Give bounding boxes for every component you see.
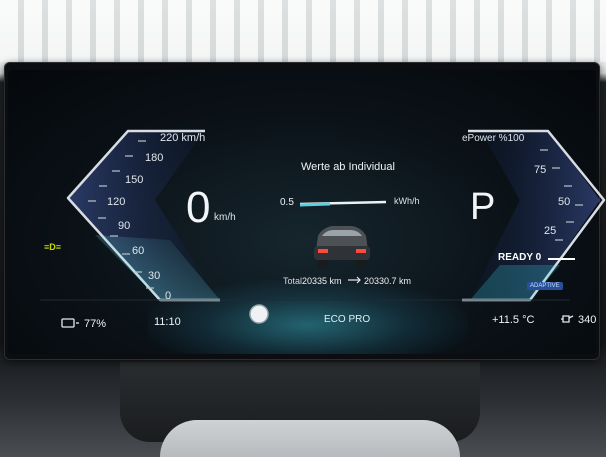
consumption-bar-accent [299,202,331,207]
speedometer-glow [95,235,220,300]
total-distance: 20335 km [302,276,342,286]
clock: 11:10 [154,316,181,328]
speed-tick-60: 60 [132,245,145,257]
range-value: 340 [578,314,597,326]
trip-distance: 20330.7 km [364,276,412,286]
epower-header: ePower %100 [462,133,525,144]
ready-label: READY 0 [498,252,542,263]
values-title: Werte ab Individual [301,161,395,173]
speed-tick-120: 120 [107,196,126,208]
car-dashboard-photo: 220 km/h 180 150 120 90 60 30 0 0 km/h e… [0,0,606,457]
adaptive-badge: ADAPTIVE [527,282,563,290]
center-button[interactable] [249,304,269,324]
car-silhouette-icon [314,226,370,268]
power-tick-25: 25 [544,225,557,237]
power-tick-75: 75 [534,164,547,176]
speed-tick-180: 180 [145,152,164,164]
power-tick-50: 50 [558,196,571,208]
speed-unit: km/h [214,212,236,223]
speed-tick-90: 90 [118,220,131,232]
consumption-unit: kWh/h [394,196,420,206]
speed-value: 0 [186,183,211,232]
gauge-graphics [40,129,606,328]
battery-percent: 77% [84,318,107,330]
speed-tick-220: 220 km/h [160,132,206,144]
gear-indicator: P [470,186,496,228]
battery-icon [61,318,79,328]
speed-tick-30: 30 [148,270,161,282]
speed-tick-0: 0 [165,290,172,302]
plug-icon [561,315,574,323]
speed-tick-150: 150 [125,174,144,186]
total-label: Total [283,276,303,286]
trip-arrow-icon [348,276,361,284]
drive-mode: ECO PRO [324,314,371,325]
consumption-value: 0.5 [280,197,294,208]
headlight-indicator-icon: ≡D≡ [44,242,62,252]
outside-temperature: +11.5 °C [492,314,535,326]
